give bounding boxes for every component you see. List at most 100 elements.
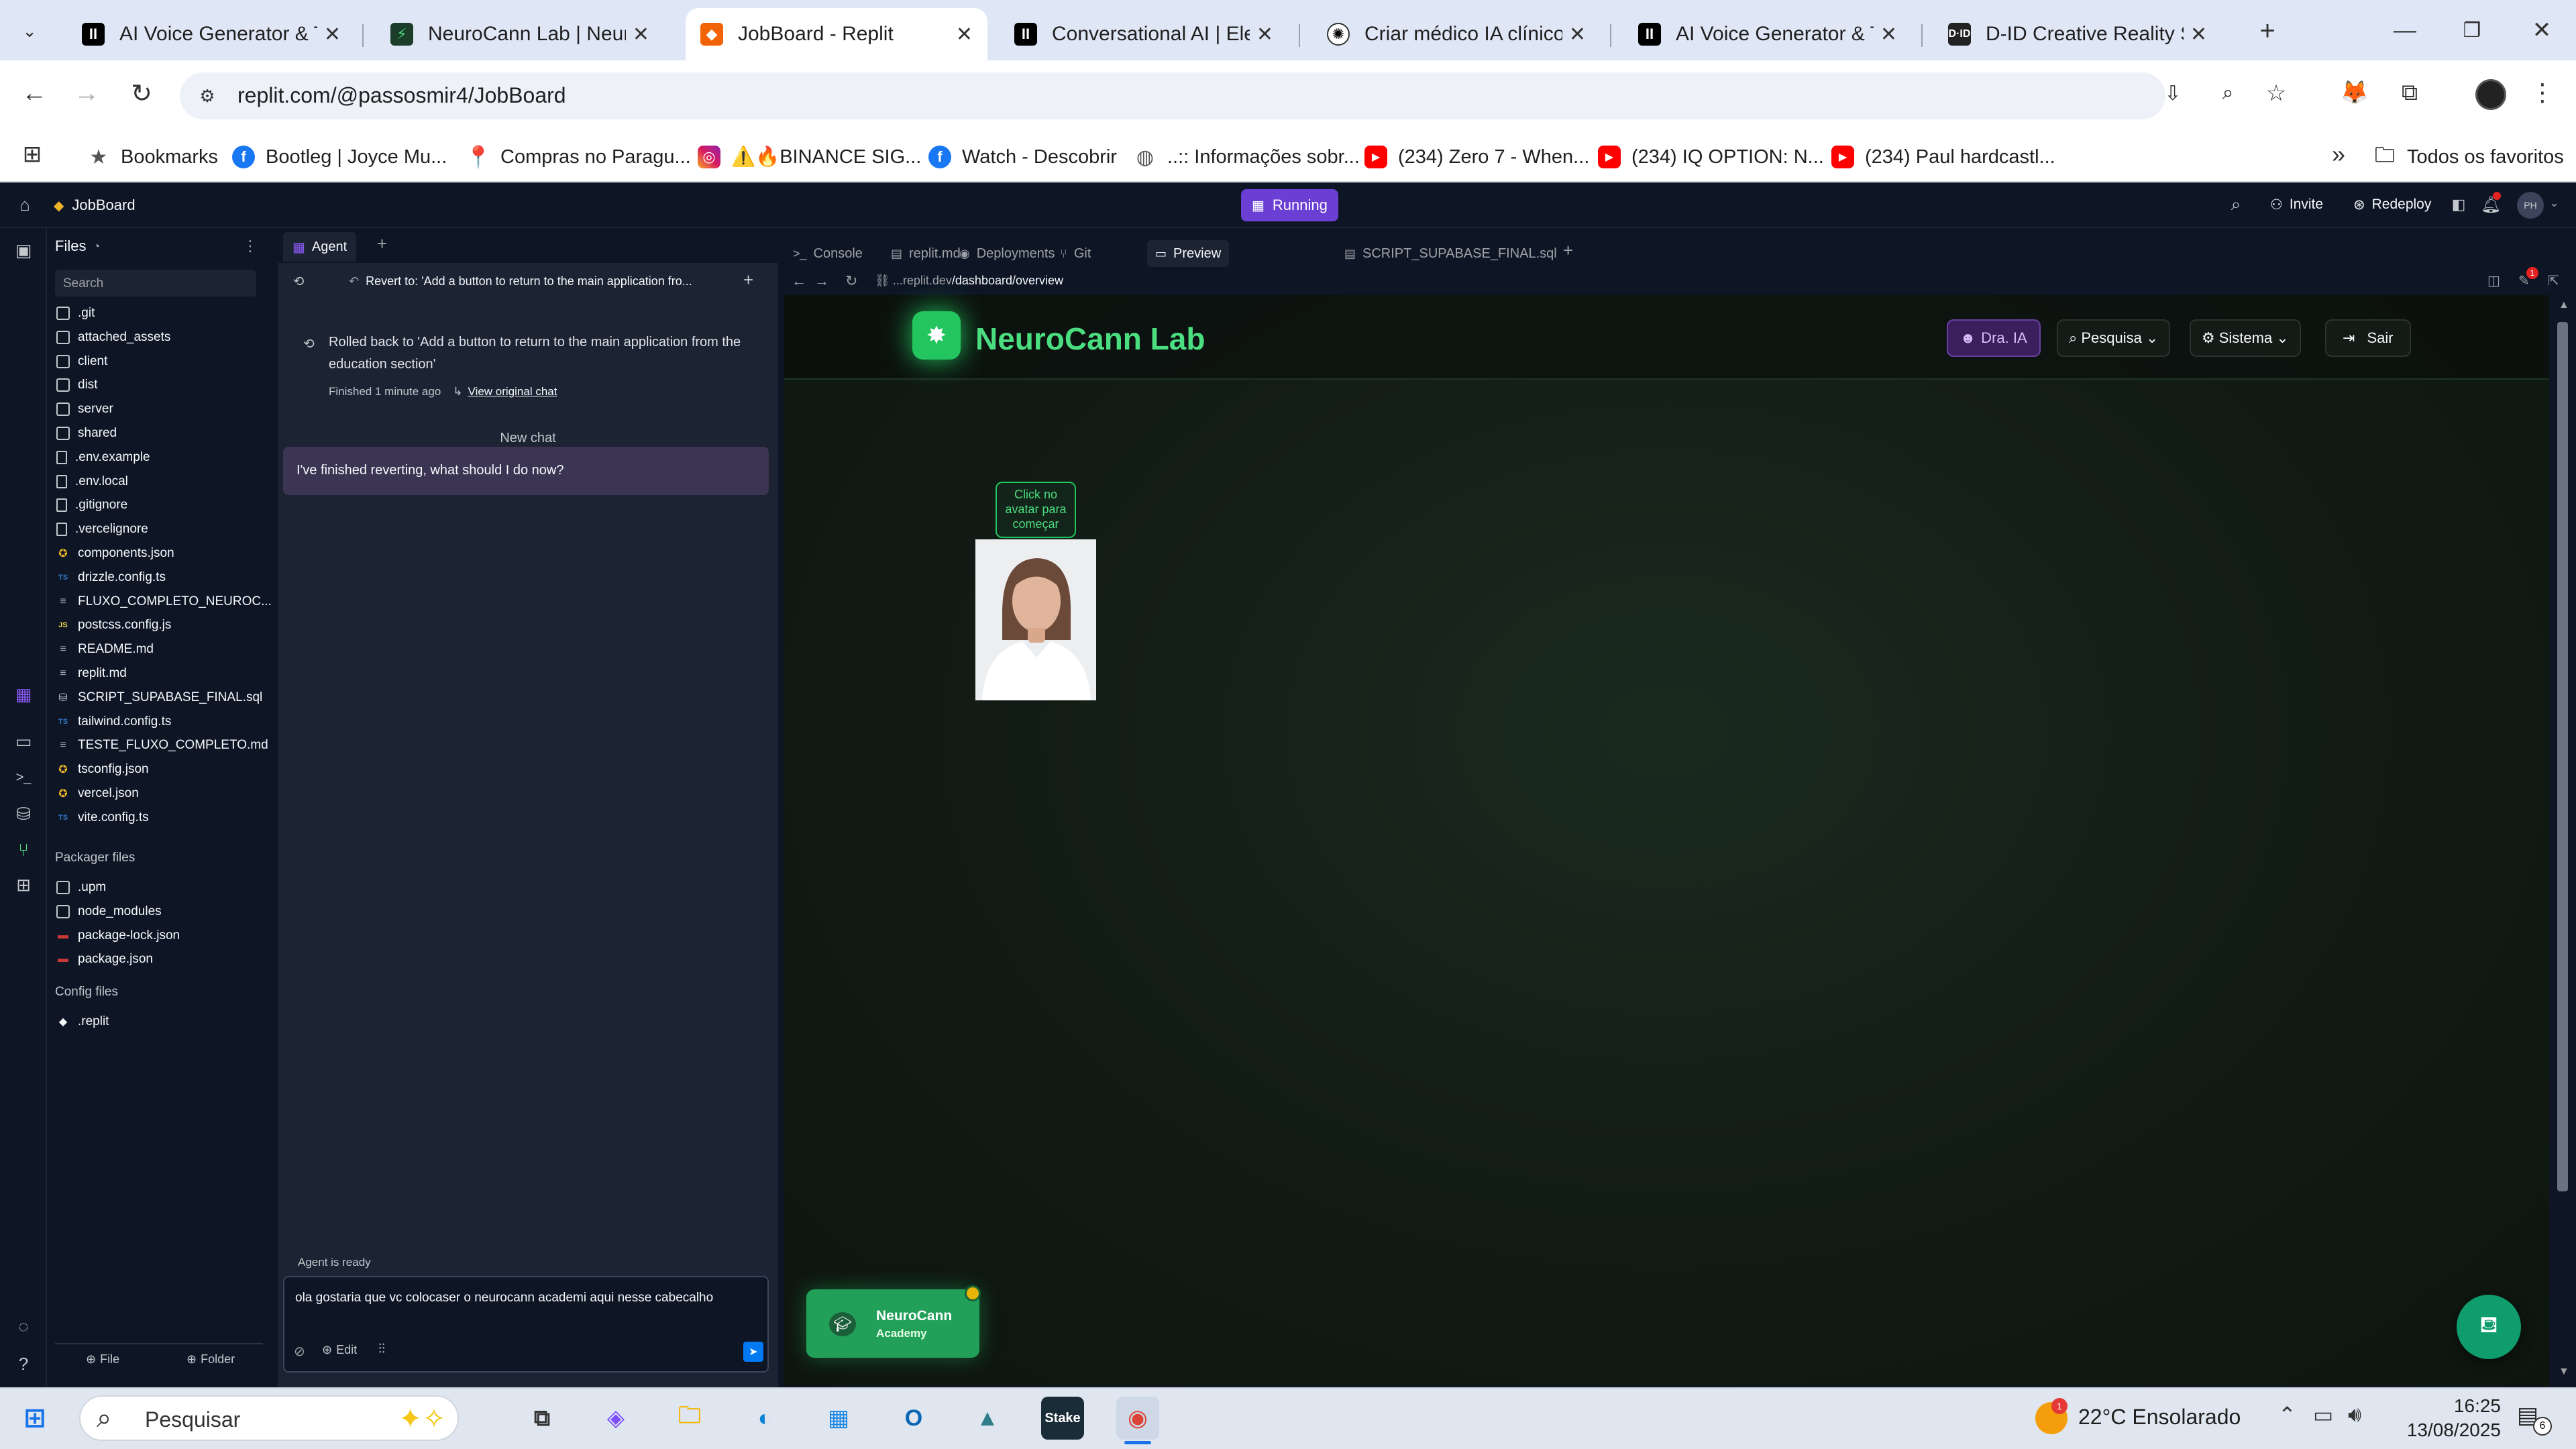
- reload-icon[interactable]: ↻: [845, 272, 857, 290]
- pesquisa-dropdown[interactable]: ⌕ Pesquisa ⌄: [2057, 319, 2171, 357]
- apps-grid-icon[interactable]: ⊞: [17, 140, 47, 169]
- leaf-logo-icon[interactable]: ✸: [912, 311, 961, 360]
- file-item[interactable]: .upm: [56, 876, 106, 899]
- browser-menu-icon[interactable]: ⋮: [2529, 75, 2556, 110]
- outlook-icon[interactable]: O: [892, 1397, 935, 1440]
- more-bookmarks-icon[interactable]: »: [2324, 140, 2353, 169]
- preview-scrollbar[interactable]: ▲ ▼: [2549, 295, 2576, 1386]
- running-status-button[interactable]: ▦ Running: [1241, 189, 1338, 221]
- file-item[interactable]: ⛁ SCRIPT_SUPABASE_FINAL.sql: [56, 686, 262, 709]
- doctor-avatar[interactable]: [975, 539, 1096, 700]
- chat-support-button[interactable]: ⛾: [2457, 1295, 2521, 1359]
- preview-icon[interactable]: ▭: [12, 730, 35, 753]
- clock-time[interactable]: 16:25: [2420, 1395, 2501, 1417]
- invite-button[interactable]: ⚇ Invite: [2262, 191, 2331, 219]
- all-bookmarks[interactable]: 🗀 Todos os favoritos: [2373, 138, 2564, 176]
- attach-icon[interactable]: ⊘: [294, 1343, 305, 1360]
- stake-icon[interactable]: Stake: [1041, 1397, 1084, 1440]
- tab-criar-medico[interactable]: ✺ Criar médico IA clínico ✕: [1312, 8, 1601, 60]
- file-item[interactable]: TS vite.config.ts: [56, 806, 149, 829]
- site-brand[interactable]: NeuroCann Lab: [975, 321, 1205, 357]
- all-tools-icon[interactable]: ⊞: [12, 873, 35, 896]
- send-button[interactable]: ➤: [743, 1342, 763, 1362]
- file-item[interactable]: .env.local: [56, 470, 128, 493]
- tab-search-icon[interactable]: ⌄: [16, 17, 43, 44]
- forward-icon[interactable]: →: [814, 272, 829, 290]
- home-icon[interactable]: ⌂: [13, 193, 36, 216]
- history-icon[interactable]: ⟲: [291, 274, 306, 289]
- files-menu-icon[interactable]: ⋮: [243, 237, 258, 255]
- url-text[interactable]: replit.com/@passosmir4/JobBoard: [237, 83, 566, 108]
- tab-ai-voice-1[interactable]: II AI Voice Generator & Text ✕: [67, 8, 356, 60]
- close-icon[interactable]: ✕: [1569, 23, 1586, 46]
- arc-app-icon[interactable]: ▲: [966, 1397, 1009, 1440]
- file-item[interactable]: TS tailwind.config.ts: [56, 710, 171, 733]
- dra-ia-button[interactable]: ☻ Dra. IA: [1947, 319, 2041, 357]
- file-item[interactable]: shared: [56, 422, 117, 445]
- file-item[interactable]: .gitignore: [56, 494, 127, 517]
- bookmark-compras[interactable]: 📍 Compras no Paragu...: [465, 138, 691, 176]
- file-item[interactable]: JS postcss.config.js: [56, 614, 171, 637]
- revert-checkpoint[interactable]: ↶ Revert to: 'Add a button to return to t…: [349, 271, 704, 291]
- file-item[interactable]: ▬ package-lock.json: [56, 924, 180, 947]
- tab-replit-md[interactable]: ▤ replit.md: [891, 240, 961, 267]
- shell-icon[interactable]: >_: [12, 766, 35, 789]
- avatar[interactable]: PH: [2517, 192, 2544, 219]
- git-icon[interactable]: ⑂: [12, 839, 35, 861]
- new-tab-icon[interactable]: +: [377, 233, 387, 254]
- file-item[interactable]: ✪ components.json: [56, 542, 174, 565]
- devtools-icon[interactable]: ◫: [2487, 272, 2500, 289]
- database-icon[interactable]: ⛁: [12, 802, 35, 825]
- bookmark-watch[interactable]: f Watch - Descobrir: [928, 138, 1117, 176]
- url-omnibox[interactable]: ⚙ replit.com/@passosmir4/JobBoard: [180, 72, 2165, 119]
- project-name[interactable]: ◆ JobBoard: [54, 193, 136, 217]
- metamask-icon[interactable]: 🦊: [2337, 75, 2372, 110]
- tab-conversational-ai[interactable]: II Conversational AI | Eleven ✕: [1000, 8, 1288, 60]
- feedback-icon[interactable]: ◌: [12, 1315, 35, 1338]
- restore-icon[interactable]: ❐: [2455, 13, 2489, 47]
- tab-neurocann[interactable]: ⚡ NeuroCann Lab | NeuroCa ✕: [376, 8, 664, 60]
- volume-icon[interactable]: 🔊︎: [2348, 1402, 2361, 1428]
- scroll-down-icon[interactable]: ▼: [2559, 1366, 2569, 1378]
- file-search-input[interactable]: Search: [55, 270, 256, 297]
- file-item[interactable]: attached_assets: [56, 326, 170, 349]
- tab-d-id[interactable]: D·ID D-ID Creative Reality Stud ✕: [1933, 8, 2222, 60]
- network-icon[interactable]: ▭: [2313, 1402, 2333, 1428]
- zoom-icon[interactable]: ⌕: [2211, 76, 2245, 110]
- clock-date[interactable]: 13/08/2025: [2394, 1419, 2501, 1441]
- new-tab-icon[interactable]: +: [2253, 16, 2282, 46]
- close-icon[interactable]: ✕: [956, 23, 973, 46]
- view-original-chat-link[interactable]: View original chat: [468, 385, 557, 398]
- file-item[interactable]: ≡ FLUXO_COMPLETO_NEUROC...: [56, 590, 272, 613]
- edit-mode-button[interactable]: ⊕ Edit: [322, 1343, 357, 1357]
- tab-jobboard-replit[interactable]: ◆ JobBoard - Replit ✕: [686, 8, 987, 60]
- file-item[interactable]: ≡ TESTE_FLUXO_COMPLETO.md: [56, 734, 268, 757]
- file-item[interactable]: TS drizzle.config.ts: [56, 566, 166, 589]
- tab-console[interactable]: >_ Console: [793, 240, 863, 267]
- file-item[interactable]: ◆ .replit: [56, 1010, 109, 1033]
- file-item[interactable]: ✪ tsconfig.json: [56, 758, 148, 781]
- add-pane-icon[interactable]: +: [1563, 240, 1573, 261]
- edge-icon[interactable]: ◐: [743, 1397, 786, 1440]
- workflow-icon[interactable]: ▦: [12, 683, 35, 706]
- back-icon[interactable]: ←: [792, 272, 806, 290]
- bookmark-bookmarks[interactable]: ★ Bookmarks: [87, 138, 219, 176]
- show-hidden-icons[interactable]: ⌃: [2278, 1402, 2296, 1428]
- open-new-window-icon[interactable]: ⇱: [2548, 272, 2559, 289]
- windows-start-icon[interactable]: ⊞: [13, 1397, 56, 1440]
- file-item[interactable]: server: [56, 398, 113, 421]
- tab-git[interactable]: ⑂ Git: [1060, 240, 1091, 267]
- preview-url[interactable]: ⛓ ...replit.dev/dashboard/overview: [875, 274, 1063, 288]
- weather-text[interactable]: 22°C Ensolarado: [2078, 1405, 2241, 1430]
- files-panel-icon[interactable]: ▣: [12, 239, 35, 262]
- scrollbar-thumb[interactable]: [2557, 322, 2568, 1191]
- extensions-icon[interactable]: ⧉: [2392, 75, 2427, 110]
- close-icon[interactable]: ✕: [2190, 23, 2207, 46]
- window-close-icon[interactable]: ✕: [2525, 13, 2559, 47]
- file-item[interactable]: .git: [56, 302, 95, 325]
- layout-icon[interactable]: ◧: [2447, 193, 2470, 216]
- sistema-dropdown[interactable]: ⚙ Sistema ⌄: [2190, 319, 2301, 357]
- tab-ai-voice-2[interactable]: II AI Voice Generator & Text ✕: [1623, 8, 1912, 60]
- file-item[interactable]: dist: [56, 374, 98, 396]
- tab-deployments[interactable]: ◉ Deployments: [959, 240, 1055, 267]
